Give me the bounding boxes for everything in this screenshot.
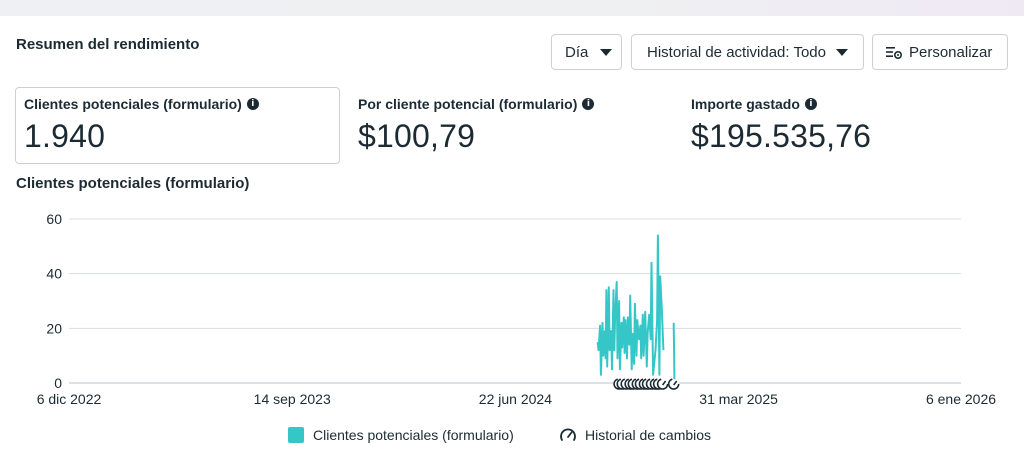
metric-cost-per-lead-value: $100,79 [358, 118, 476, 154]
chart-title: Clientes potenciales (formulario) [16, 175, 250, 192]
caret-down-icon [600, 48, 613, 56]
info-icon[interactable]: i [246, 98, 259, 110]
metric-spent-label-row: Importe gastado i [691, 96, 871, 112]
metric-amount-spent[interactable]: Importe gastado i $195.535,76 [691, 96, 871, 155]
metric-cost-per-lead[interactable]: Por cliente potencial (formulario) i $10… [358, 96, 595, 155]
metric-cost-label-row: Por cliente potencial (formulario) i [358, 96, 595, 112]
activity-history-dropdown[interactable]: Historial de actividad: Todo [631, 34, 864, 70]
metric-leads-value: 1.940 [24, 118, 106, 154]
day-dropdown-label: Día [565, 43, 589, 61]
activity-history-label: Historial de actividad: Todo [647, 43, 826, 61]
info-icon[interactable]: i [582, 98, 595, 110]
metric-amount-spent-value: $195.535,76 [691, 118, 872, 154]
legend-leads-label: Clientes potenciales (formulario) [313, 427, 514, 443]
change-marker[interactable] [656, 378, 669, 390]
metric-leads-label-row: Clientes potenciales (formulario) i [24, 96, 339, 112]
settings-sliders-icon [886, 47, 903, 60]
metric-leads-label: Clientes potenciales (formulario) [24, 96, 242, 112]
y-tick-label: 0 [54, 375, 62, 391]
leads-line-chart: 0 20 40 60 6 dic 2022 14 sep 2023 22 jun 2024 3… [37, 211, 997, 407]
series-line [596, 234, 665, 376]
panel-title: Resumen del rendimiento [16, 36, 200, 53]
legend-item-change-history[interactable]: Historial de cambios [559, 427, 711, 443]
x-tick-label: 31 mar 2025 [699, 391, 778, 407]
top-strip [0, 0, 1024, 16]
change-marker[interactable] [667, 378, 680, 390]
y-tick-label: 60 [46, 211, 62, 227]
customize-label: Personalizar [909, 43, 993, 61]
series-line [672, 322, 676, 384]
caret-down-icon [836, 48, 848, 56]
legend-item-leads[interactable]: Clientes potenciales (formulario) [288, 427, 514, 443]
metric-leads[interactable]: Clientes potenciales (formulario) i 1.94… [15, 87, 340, 164]
y-tick-label: 40 [46, 266, 62, 282]
metric-cost-per-lead-label: Por cliente potencial (formulario) [358, 96, 578, 112]
metric-amount-spent-label: Importe gastado [691, 96, 800, 112]
x-tick-label: 6 dic 2022 [37, 391, 102, 407]
x-tick-label: 22 jun 2024 [479, 391, 552, 407]
y-tick-label: 20 [46, 320, 62, 336]
legend-change-history-label: Historial de cambios [585, 427, 712, 443]
day-dropdown[interactable]: Día [551, 34, 622, 70]
gauge-history-icon [560, 428, 576, 441]
customize-button[interactable]: Personalizar [872, 34, 1008, 70]
legend-swatch [288, 427, 304, 443]
x-tick-label: 14 sep 2023 [254, 391, 331, 407]
x-tick-label: 6 ene 2026 [926, 391, 996, 407]
info-icon[interactable]: i [804, 98, 817, 110]
